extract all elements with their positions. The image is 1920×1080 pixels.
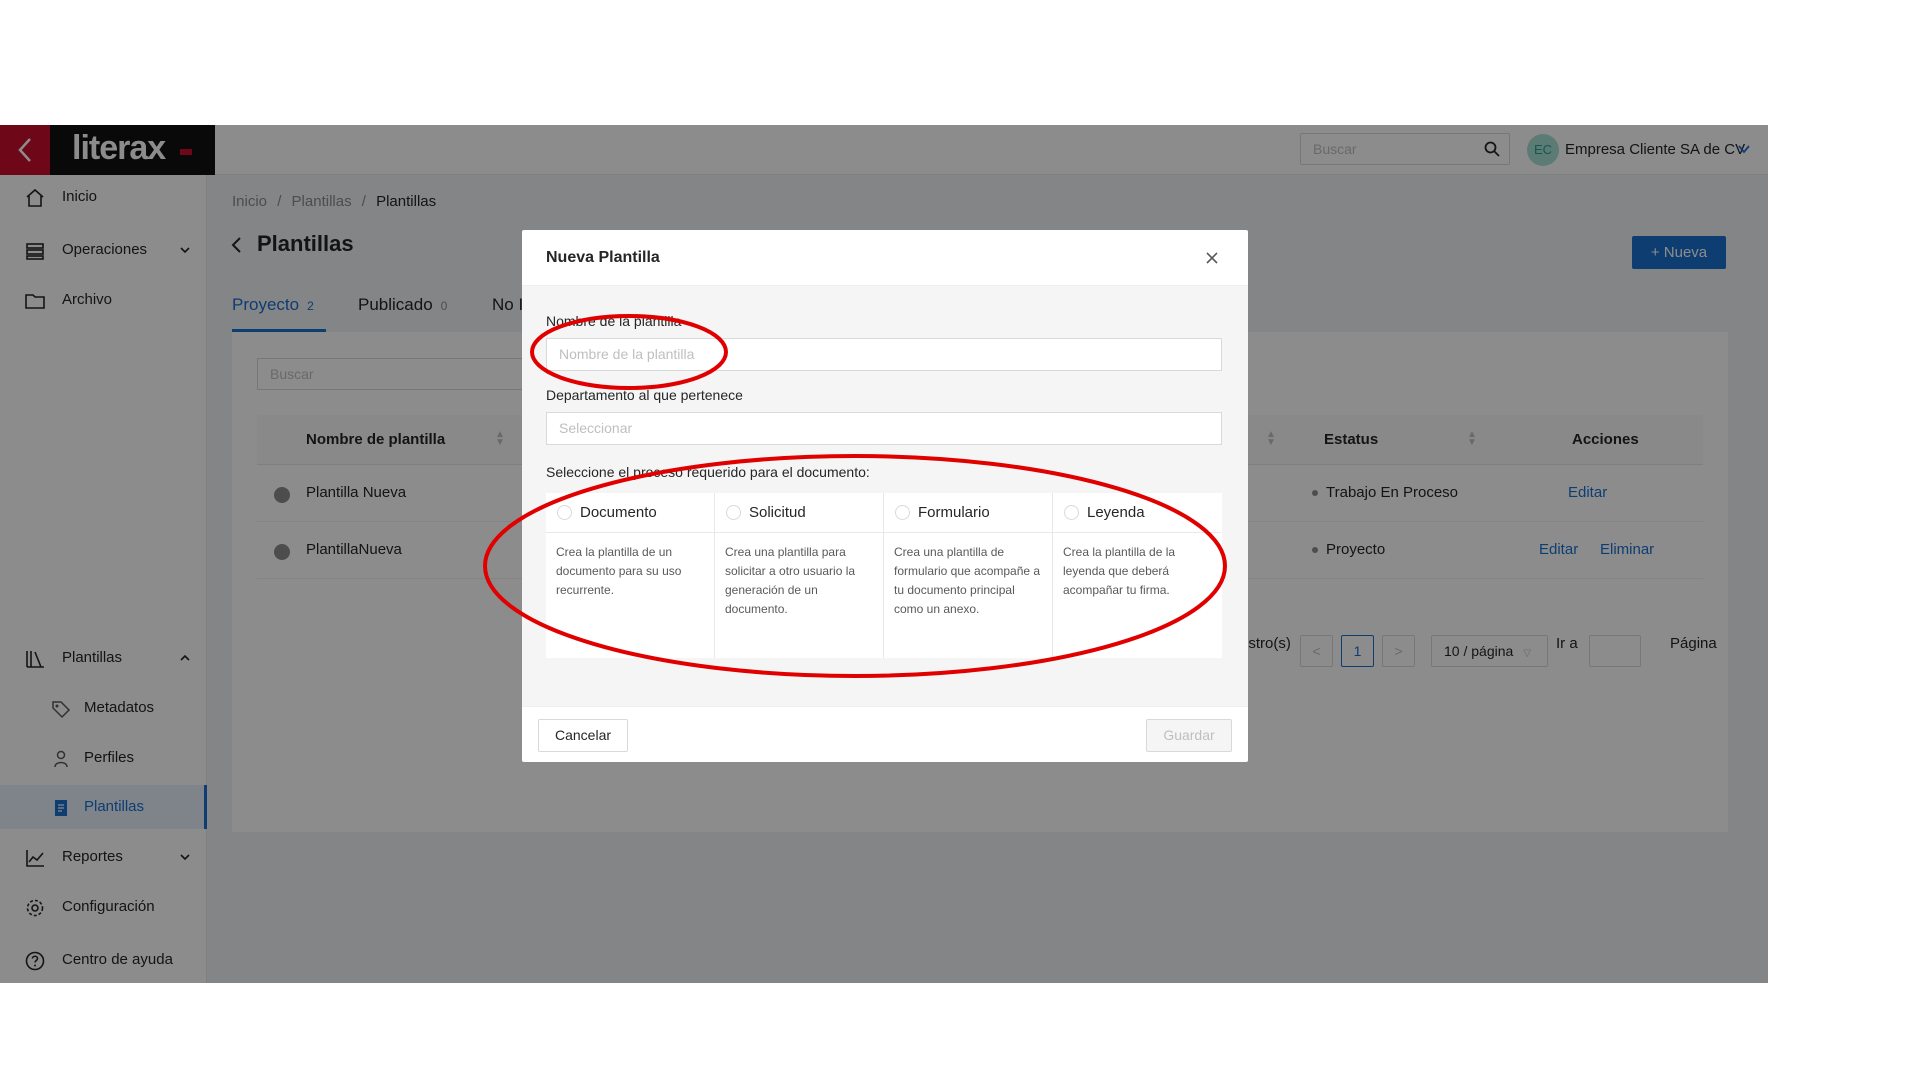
modal-header: Nueva Plantilla bbox=[522, 230, 1248, 286]
radio-button[interactable] bbox=[1064, 505, 1079, 520]
option-header: Leyenda bbox=[1053, 493, 1221, 533]
cancel-button[interactable]: Cancelar bbox=[538, 719, 628, 752]
option-solicitud[interactable]: Solicitud Crea una plantilla para solici… bbox=[715, 493, 884, 658]
department-label: Departamento al que pertenece bbox=[546, 387, 743, 403]
modal-footer: Cancelar Guardar bbox=[522, 706, 1248, 762]
option-name: Formulario bbox=[918, 504, 990, 521]
modal-body: Nombre de la plantilla Nombre de la plan… bbox=[522, 286, 1248, 706]
close-icon[interactable] bbox=[1204, 250, 1220, 266]
option-name: Documento bbox=[580, 504, 657, 521]
process-options: Documento Crea la plantilla de un docume… bbox=[546, 493, 1222, 658]
modal-title: Nueva Plantilla bbox=[546, 249, 660, 266]
option-description: Crea la plantilla de la leyenda que debe… bbox=[1063, 545, 1176, 597]
app-window: literax Buscar EC Empresa Cliente SA de … bbox=[0, 125, 1768, 983]
select-placeholder: Seleccionar bbox=[559, 420, 633, 436]
new-template-modal: Nueva Plantilla Nombre de la plantilla N… bbox=[522, 230, 1248, 762]
option-formulario[interactable]: Formulario Crea una plantilla de formula… bbox=[884, 493, 1053, 658]
radio-button[interactable] bbox=[557, 505, 572, 520]
radio-button[interactable] bbox=[895, 505, 910, 520]
process-label: Seleccione el proceso requerido para el … bbox=[546, 464, 870, 480]
option-documento[interactable]: Documento Crea la plantilla de un docume… bbox=[546, 493, 715, 658]
template-name-label: Nombre de la plantilla bbox=[546, 313, 682, 329]
save-button[interactable]: Guardar bbox=[1146, 719, 1232, 752]
option-name: Solicitud bbox=[749, 504, 806, 521]
option-description: Crea la plantilla de un documento para s… bbox=[556, 545, 682, 597]
option-name: Leyenda bbox=[1087, 504, 1145, 521]
option-header: Documento bbox=[546, 493, 714, 533]
screenshot-stage: literax Buscar EC Empresa Cliente SA de … bbox=[0, 0, 1920, 1080]
option-header: Formulario bbox=[884, 493, 1052, 533]
radio-button[interactable] bbox=[726, 505, 741, 520]
option-description: Crea una plantilla de formulario que aco… bbox=[894, 545, 1041, 616]
department-select[interactable]: Seleccionar bbox=[546, 412, 1222, 445]
template-name-input[interactable]: Nombre de la plantilla bbox=[546, 338, 1222, 371]
option-header: Solicitud bbox=[715, 493, 883, 533]
option-leyenda[interactable]: Leyenda Crea la plantilla de la leyenda … bbox=[1053, 493, 1222, 658]
option-description: Crea una plantilla para solicitar a otro… bbox=[725, 545, 856, 616]
input-placeholder: Nombre de la plantilla bbox=[559, 346, 695, 362]
